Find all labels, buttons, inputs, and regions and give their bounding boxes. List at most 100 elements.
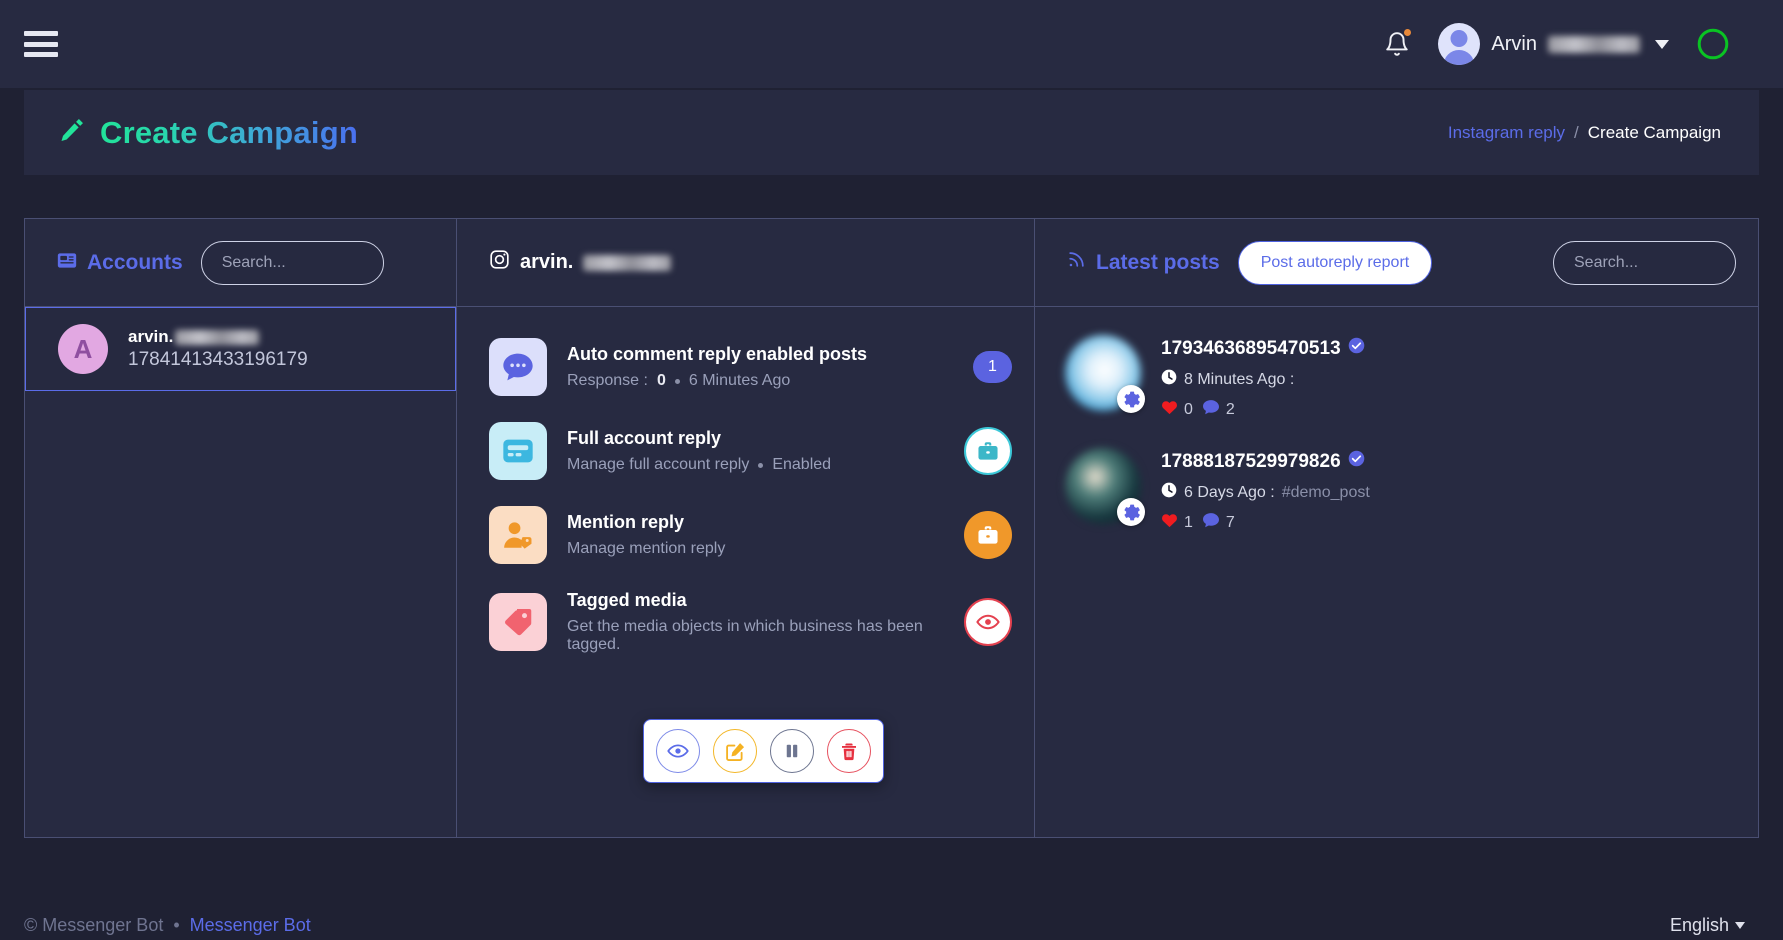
gear-icon[interactable]	[1117, 498, 1145, 526]
footer-brand-link[interactable]: Messenger Bot	[190, 915, 311, 936]
post-likes-count: 1	[1184, 513, 1193, 531]
detail-panel-title-redacted	[583, 254, 672, 271]
posts-panel-title: Latest posts	[1067, 250, 1220, 275]
page-footer: © Messenger Bot • Messenger Bot English	[0, 868, 1783, 940]
accounts-panel-title-text: Accounts	[87, 250, 183, 274]
detail-item-mention-reply[interactable]: Mention reply Manage mention reply	[457, 493, 1034, 577]
post-info: 17934636895470513 8 Minutes Ago: 0 2	[1161, 335, 1365, 420]
detail-items-list: Auto comment reply enabled posts Respons…	[457, 307, 1034, 667]
detail-item-sub-time: 6 Minutes Ago	[688, 372, 791, 389]
breadcrumb-separator: /	[1574, 122, 1579, 142]
post-id-row: 17888187529979826	[1161, 450, 1370, 473]
detail-item-full-account-reply[interactable]: Full account reply Manage full account r…	[457, 409, 1034, 493]
detail-item-sub-label: Get the media objects in which business …	[567, 618, 923, 653]
accounts-search-box[interactable]	[200, 240, 384, 285]
account-list-item[interactable]: A arvin. 17841413433196179	[25, 307, 456, 391]
post-comments: 2	[1202, 399, 1235, 420]
detail-panel-title-text: arvin.	[520, 251, 574, 273]
edit-button[interactable]	[713, 729, 757, 773]
posts-list: 17934636895470513 8 Minutes Ago: 0 2 17…	[1035, 307, 1758, 547]
breadcrumb: Instagram reply / Create Campaign	[1448, 123, 1721, 143]
dot-separator-icon	[674, 378, 680, 384]
chevron-down-icon[interactable]	[1655, 39, 1669, 49]
page-title-text: Create Campaign	[100, 114, 358, 150]
detail-item-text: Tagged media Get the media objects in wh…	[567, 590, 944, 654]
detail-item-subtitle: Get the media objects in which business …	[567, 618, 944, 654]
hamburger-bar	[24, 31, 58, 36]
gear-icon[interactable]	[1117, 385, 1145, 413]
account-id: 17841413433196179	[128, 349, 308, 370]
heart-icon	[1161, 512, 1178, 533]
address-book-icon	[57, 251, 77, 275]
account-name-row: arvin.	[128, 327, 308, 347]
accounts-panel-header: Accounts	[25, 219, 456, 307]
top-nav-right-group: Arvin	[1382, 23, 1731, 65]
post-time: 6 Days Ago :	[1184, 483, 1275, 501]
language-label: English	[1669, 915, 1729, 935]
page-header-bar: Create Campaign Instagram reply / Create…	[24, 90, 1759, 175]
comment-dots-icon	[489, 338, 547, 396]
detail-item-text: Full account reply Manage full account r…	[567, 428, 944, 474]
account-name: arvin.	[128, 327, 174, 346]
eye-icon	[964, 598, 1012, 646]
id-card-icon	[489, 422, 547, 480]
post-autoreply-report-button[interactable]: Post autoreply report	[1237, 240, 1433, 285]
hamburger-bar	[24, 52, 58, 57]
detail-item-subtitle: Response : 0 6 Minutes Ago	[567, 372, 953, 390]
detail-item-badge[interactable]: 1	[973, 351, 1012, 383]
user-name-label: Arvin	[1491, 32, 1537, 55]
detail-item-sub-label: Manage full account reply	[567, 456, 750, 473]
posts-search-input[interactable]	[1574, 253, 1715, 272]
detail-item-text: Auto comment reply enabled posts Respons…	[567, 344, 953, 390]
post-likes: 0	[1161, 399, 1193, 420]
post-likes: 1	[1161, 512, 1193, 533]
post-list-item[interactable]: 17888187529979826 6 Days Ago: #demo_pos…	[1035, 434, 1758, 547]
detail-item-sub-label: Manage mention reply	[567, 540, 726, 557]
detail-item-badge[interactable]	[964, 598, 1012, 646]
pause-button[interactable]	[770, 729, 814, 773]
comment-icon	[1202, 512, 1220, 533]
breadcrumb-current: Create Campaign	[1587, 122, 1721, 142]
detail-item-auto-comment-reply[interactable]: Auto comment reply enabled posts Respons…	[457, 325, 1034, 409]
detail-item-subtitle: Manage mention reply	[567, 540, 944, 558]
post-likes-count: 0	[1184, 400, 1193, 418]
detail-item-title: Mention reply	[567, 512, 685, 532]
posts-panel-header: Latest posts Post autoreply report	[1035, 219, 1758, 307]
view-button[interactable]	[656, 729, 700, 773]
chevron-down-icon	[1735, 922, 1745, 929]
footer-separator: •	[173, 915, 180, 935]
delete-button[interactable]	[827, 729, 871, 773]
detail-item-tagged-media[interactable]: Tagged media Get the media objects in wh…	[457, 577, 1034, 667]
language-selector[interactable]: English	[1670, 915, 1745, 936]
user-menu[interactable]: Arvin	[1438, 23, 1669, 65]
detail-item-title: Auto comment reply enabled posts	[567, 344, 868, 364]
breadcrumb-parent-link[interactable]: Instagram reply	[1448, 123, 1565, 143]
post-id: 17888187529979826	[1161, 450, 1341, 472]
detail-item-badge[interactable]	[964, 427, 1012, 475]
notification-bell-icon[interactable]	[1382, 27, 1412, 61]
detail-item-sub-label: Response :	[567, 372, 648, 389]
post-list-item[interactable]: 17934636895470513 8 Minutes Ago: 0 2	[1035, 321, 1758, 434]
dot-separator-icon	[758, 462, 764, 468]
latest-posts-panel: Latest posts Post autoreply report Searc…	[1035, 219, 1758, 837]
post-comments-count: 2	[1225, 400, 1235, 418]
account-info: arvin. 17841413433196179	[128, 327, 308, 371]
footer-copyright-text: © Messenger Bot	[24, 915, 164, 935]
hamburger-menu-icon[interactable]	[24, 31, 58, 57]
detail-item-subtitle: Manage full account reply Enabled	[567, 456, 944, 474]
detail-item-sub-value: 0	[656, 372, 666, 389]
dark-mode-toggle-icon[interactable]	[1695, 26, 1731, 62]
detail-item-title: Tagged media	[567, 590, 687, 610]
post-stats: 0 2	[1161, 399, 1365, 420]
posts-search-box[interactable]	[1553, 240, 1736, 285]
heart-icon	[1161, 399, 1178, 420]
pen-edit-icon	[58, 116, 86, 149]
accounts-search-input[interactable]	[221, 253, 363, 272]
post-id-row: 17934636895470513	[1161, 337, 1365, 360]
hamburger-bar	[24, 41, 58, 47]
app-root: Arvin Create Campaign Instagram reply / …	[0, 0, 1783, 940]
detail-item-text: Mention reply Manage mention reply	[567, 512, 944, 558]
detail-item-badge[interactable]	[964, 511, 1012, 559]
clock-icon	[1161, 369, 1177, 390]
top-navigation-bar: Arvin	[0, 0, 1783, 88]
